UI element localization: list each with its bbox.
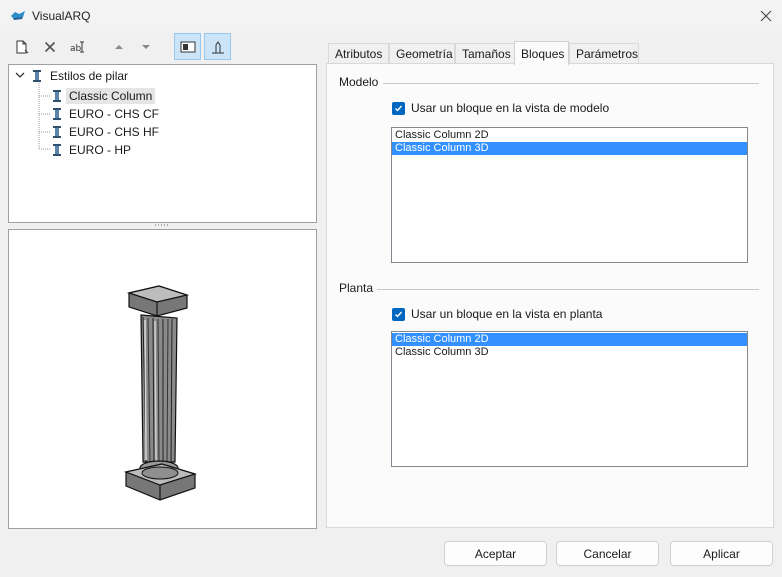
chevron-down-icon[interactable] [15, 70, 25, 80]
modelo-checkbox-label: Usar un bloque en la vista de modelo [411, 101, 610, 115]
new-document-icon [16, 40, 28, 53]
column-icon [53, 125, 61, 138]
tab-geometria[interactable]: Geometría [389, 43, 455, 64]
profile-view-icon [211, 40, 224, 53]
cancel-button[interactable]: Cancelar [556, 541, 659, 566]
planta-list-item-3d[interactable]: Classic Column 3D [392, 346, 747, 359]
tab-bloques[interactable]: Bloques [514, 41, 569, 65]
svg-text:ab: ab [70, 44, 82, 54]
modelo-group-divider [383, 83, 759, 84]
planta-list-item-2d[interactable]: Classic Column 2D [392, 333, 747, 346]
close-icon[interactable] [758, 8, 774, 24]
tree-connector-lines [38, 83, 50, 150]
tree-item-euro-chs-hf[interactable]: EURO - CHS HF [51, 123, 162, 140]
tree-item-euro-hp[interactable]: EURO - HP [51, 141, 134, 158]
style-view-button[interactable] [174, 33, 201, 60]
profile-view-button[interactable] [204, 33, 231, 60]
modelo-block-list[interactable]: Classic Column 2D Classic Column 3D [391, 127, 748, 263]
tab-atributos[interactable]: Atributos [328, 43, 389, 64]
checkbox-checked-icon [392, 307, 405, 321]
tree-item-label: EURO - HP [69, 142, 132, 157]
styles-tree[interactable]: Estilos de pilar Classic Column EURO - C… [8, 64, 317, 223]
move-up-icon [114, 44, 123, 49]
tab-tamanos[interactable]: Tamaños [455, 43, 515, 64]
rename-style-button[interactable]: ab [64, 33, 91, 60]
planta-block-checkbox[interactable]: Usar un bloque en la vista en planta [392, 307, 602, 321]
planta-checkbox-label: Usar un bloque en la vista en planta [411, 307, 603, 321]
tree-item-euro-chs-cf[interactable]: EURO - CHS CF [51, 105, 162, 122]
move-down-icon [141, 44, 150, 49]
style-view-icon [180, 41, 195, 52]
tree-item-label: EURO - CHS CF [69, 106, 159, 121]
tree-item-label: Classic Column [66, 87, 156, 104]
modelo-list-item-2d[interactable]: Classic Column 2D [392, 129, 747, 142]
toolbar: ab [8, 33, 318, 61]
modelo-group-title: Modelo [339, 75, 383, 89]
modelo-block-checkbox[interactable]: Usar un bloque en la vista de modelo [392, 101, 609, 115]
move-down-button[interactable] [132, 33, 159, 60]
accept-button[interactable]: Aceptar [444, 541, 547, 566]
new-style-button[interactable] [8, 33, 35, 60]
bloques-tab-panel: Modelo Usar un bloque en la vista de mod… [326, 63, 774, 528]
rename-icon: ab [70, 41, 84, 54]
window-title: VisualARQ [32, 9, 91, 23]
tree-item-label: EURO - CHS HF [69, 124, 159, 139]
column-icon [53, 89, 61, 102]
visualarq-app-icon [11, 11, 25, 20]
column-icon [53, 107, 61, 120]
tab-parametros[interactable]: Parámetros [569, 43, 639, 64]
column-icon [33, 69, 41, 82]
planta-group-divider [377, 289, 759, 290]
planta-group-title: Planta [339, 281, 378, 295]
move-up-button[interactable] [105, 33, 132, 60]
column-preview [8, 229, 317, 529]
delete-icon [44, 41, 55, 52]
delete-style-button[interactable] [36, 33, 63, 60]
column-3d-preview-image [123, 285, 198, 501]
apply-button[interactable]: Aplicar [670, 541, 773, 566]
tree-root-column-styles[interactable]: Estilos de pilar [31, 67, 131, 84]
planta-block-list[interactable]: Classic Column 2D Classic Column 3D [391, 331, 748, 467]
modelo-list-item-3d[interactable]: Classic Column 3D [392, 142, 747, 155]
tree-item-classic-column[interactable]: Classic Column [51, 87, 156, 104]
splitter-grip[interactable] [154, 224, 170, 227]
column-icon [53, 143, 61, 156]
checkbox-checked-icon [392, 101, 405, 115]
title-bar: VisualARQ [0, 0, 782, 31]
tree-root-label: Estilos de pilar [50, 68, 129, 83]
